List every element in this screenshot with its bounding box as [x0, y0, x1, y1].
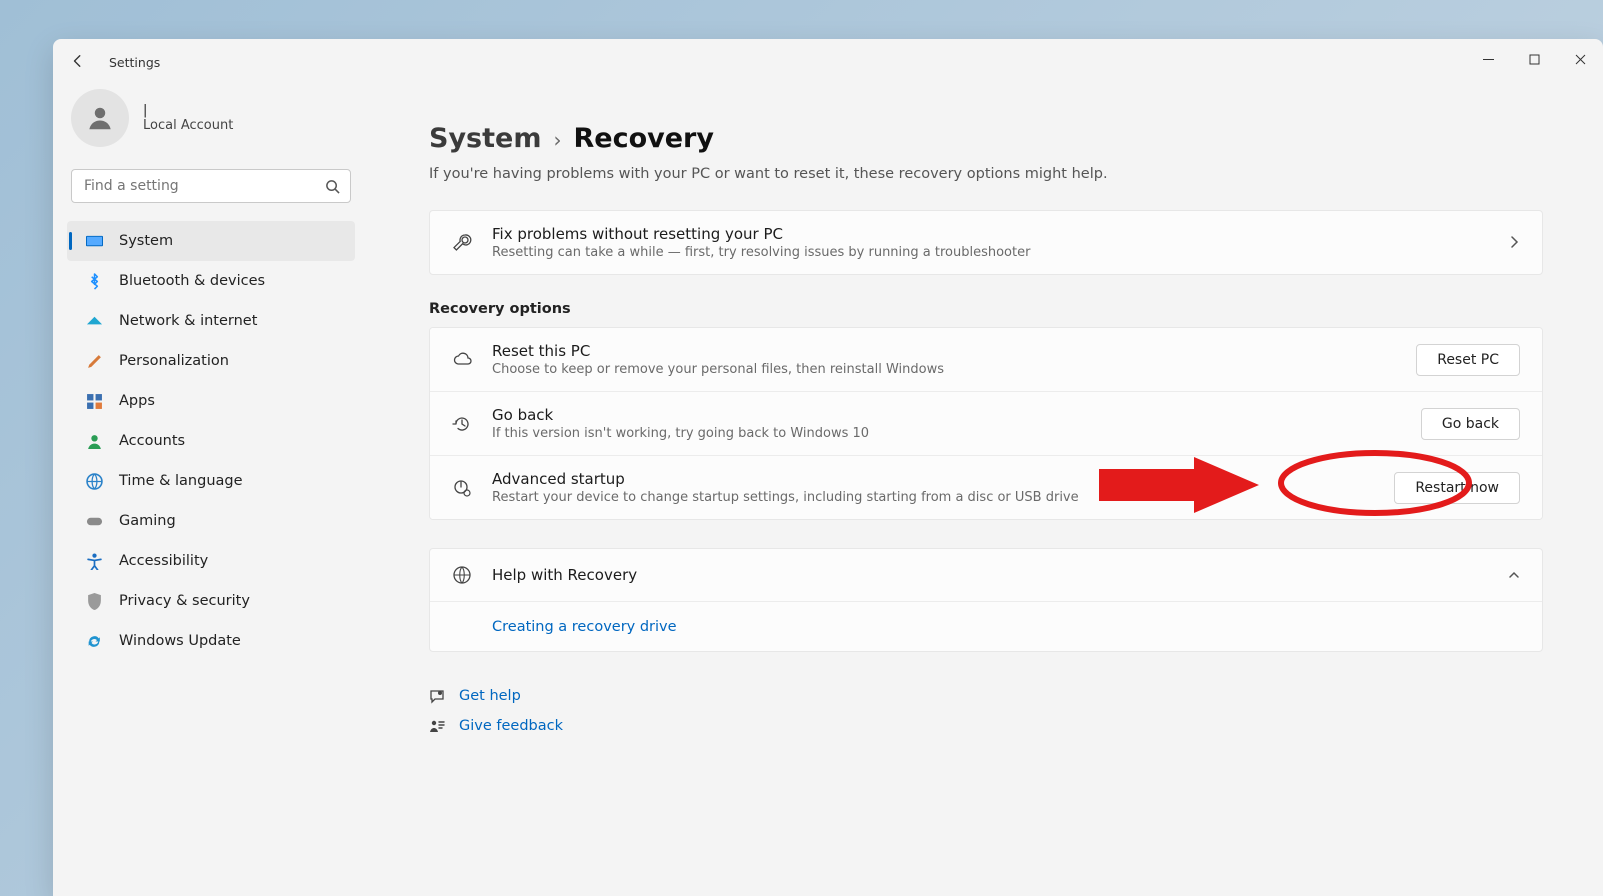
sidebar: | Local Account System Bluetooth & devic…: [53, 85, 369, 896]
option-desc: If this version isn't working, try going…: [492, 426, 1401, 441]
option-desc: Choose to keep or remove your personal f…: [492, 362, 1396, 377]
cloud-reset-icon: [452, 350, 472, 370]
nav-label: Network & internet: [119, 313, 257, 329]
search-input[interactable]: [84, 178, 325, 194]
breadcrumb-parent[interactable]: System: [429, 123, 541, 154]
nav-item-apps[interactable]: Apps: [67, 381, 355, 421]
close-icon: [1575, 54, 1586, 65]
nav-label: Apps: [119, 393, 155, 409]
maximize-button[interactable]: [1511, 39, 1557, 79]
arrow-left-icon: [71, 54, 85, 68]
help-card: Help with Recovery Creating a recovery d…: [429, 548, 1543, 652]
app-title: Settings: [109, 55, 160, 70]
wifi-icon: [85, 312, 103, 330]
get-help-row[interactable]: Get help: [429, 688, 1543, 704]
chat-help-icon: [429, 689, 445, 704]
power-gear-icon: [452, 478, 472, 498]
close-button[interactable]: [1557, 39, 1603, 79]
nav-item-accounts[interactable]: Accounts: [67, 421, 355, 461]
bluetooth-icon: [85, 272, 103, 290]
history-icon: [452, 414, 472, 434]
option-reset-pc: Reset this PC Choose to keep or remove y…: [430, 328, 1542, 391]
nav-item-personalization[interactable]: Personalization: [67, 341, 355, 381]
person-icon: [85, 103, 115, 133]
reset-pc-button[interactable]: Reset PC: [1416, 344, 1520, 376]
intro-text: If you're having problems with your PC o…: [429, 166, 1543, 182]
page-title: Recovery: [573, 123, 713, 154]
give-feedback-link[interactable]: Give feedback: [459, 718, 563, 734]
recovery-options: Reset this PC Choose to keep or remove y…: [429, 327, 1543, 520]
gaming-icon: [85, 512, 103, 530]
help-link-row: Creating a recovery drive: [430, 601, 1542, 651]
nav-item-bluetooth[interactable]: Bluetooth & devices: [67, 261, 355, 301]
nav-list: System Bluetooth & devices Network & int…: [67, 221, 355, 661]
back-button[interactable]: [71, 54, 95, 71]
minimize-icon: [1483, 54, 1494, 65]
titlebar: Settings: [53, 39, 1603, 85]
go-back-button[interactable]: Go back: [1421, 408, 1520, 440]
option-title: Go back: [492, 406, 1401, 424]
nav-item-privacy[interactable]: Privacy & security: [67, 581, 355, 621]
fix-desc: Resetting can take a while — first, try …: [492, 245, 1488, 260]
minimize-button[interactable]: [1465, 39, 1511, 79]
chevron-right-icon: [1508, 233, 1520, 252]
help-link[interactable]: Creating a recovery drive: [492, 619, 677, 635]
fix-problems-card[interactable]: Fix problems without resetting your PC R…: [429, 210, 1543, 275]
profile-name: |: [143, 103, 233, 118]
nav-label: Privacy & security: [119, 593, 250, 609]
settings-window: Settings | Local Account: [53, 39, 1603, 896]
globe-icon: [85, 472, 103, 490]
main-content: System › Recovery If you're having probl…: [369, 85, 1603, 896]
profile-block[interactable]: | Local Account: [67, 85, 355, 163]
feedback-icon: [429, 719, 445, 734]
nav-label: Accounts: [119, 433, 185, 449]
apps-icon: [85, 392, 103, 410]
nav-item-gaming[interactable]: Gaming: [67, 501, 355, 541]
nav-label: Personalization: [119, 353, 229, 369]
search-icon: [325, 179, 340, 194]
fix-title: Fix problems without resetting your PC: [492, 225, 1488, 243]
chevron-right-icon: ›: [553, 128, 561, 152]
maximize-icon: [1529, 54, 1540, 65]
option-desc: Restart your device to change startup se…: [492, 490, 1374, 505]
nav-label: Time & language: [119, 473, 243, 489]
window-controls: [1465, 39, 1603, 79]
breadcrumb: System › Recovery: [429, 123, 1543, 154]
option-go-back: Go back If this version isn't working, t…: [430, 391, 1542, 455]
nav-item-time[interactable]: Time & language: [67, 461, 355, 501]
accessibility-icon: [85, 552, 103, 570]
nav-label: Accessibility: [119, 553, 208, 569]
nav-label: Bluetooth & devices: [119, 273, 265, 289]
nav-item-update[interactable]: Windows Update: [67, 621, 355, 661]
restart-now-button[interactable]: Restart now: [1394, 472, 1520, 504]
help-header[interactable]: Help with Recovery: [430, 549, 1542, 601]
nav-label: Windows Update: [119, 633, 241, 649]
get-help-link[interactable]: Get help: [459, 688, 521, 704]
chevron-up-icon: [1508, 566, 1520, 585]
option-title: Reset this PC: [492, 342, 1396, 360]
nav-label: Gaming: [119, 513, 176, 529]
system-icon: [85, 232, 103, 250]
nav-label: System: [119, 233, 173, 249]
brush-icon: [85, 352, 103, 370]
search-box[interactable]: [71, 169, 351, 203]
nav-item-system[interactable]: System: [67, 221, 355, 261]
nav-item-network[interactable]: Network & internet: [67, 301, 355, 341]
update-icon: [85, 632, 103, 650]
profile-subtitle: Local Account: [143, 118, 233, 133]
avatar: [71, 89, 129, 147]
section-label: Recovery options: [429, 301, 1543, 317]
wrench-icon: [452, 233, 472, 253]
nav-item-accessibility[interactable]: Accessibility: [67, 541, 355, 581]
footer-links: Get help Give feedback: [429, 676, 1543, 754]
shield-icon: [85, 592, 103, 610]
give-feedback-row[interactable]: Give feedback: [429, 718, 1543, 734]
globe-icon: [452, 565, 472, 585]
option-advanced-startup: Advanced startup Restart your device to …: [430, 455, 1542, 519]
account-icon: [85, 432, 103, 450]
option-title: Advanced startup: [492, 470, 1374, 488]
help-title: Help with Recovery: [492, 566, 1488, 584]
